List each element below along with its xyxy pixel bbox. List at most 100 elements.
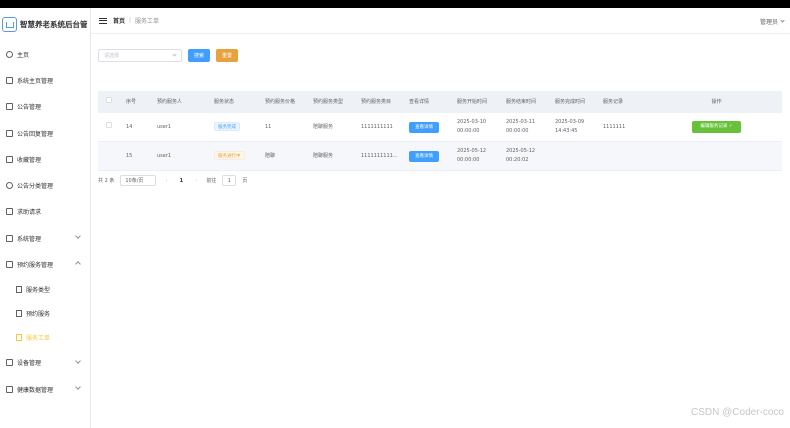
search-button[interactable]: 搜索 xyxy=(188,49,211,62)
header-status: 服务状态 xyxy=(214,98,235,105)
cell-detail: 查看详情 xyxy=(405,150,453,162)
cell-type: 陪聊服务 xyxy=(313,123,334,130)
chevron-down-icon xyxy=(75,384,81,390)
goto-unit: 页 xyxy=(242,178,248,184)
table-row: 14 user1 服务完成 11 陪聊服务 1111111111 查看详情 20… xyxy=(98,113,782,142)
sidebar-item-label: 健康数据管理 xyxy=(17,386,54,394)
view-detail-button[interactable]: 查看详情 xyxy=(409,121,439,133)
doc-icon xyxy=(6,208,13,216)
header-done: 服务完成时间 xyxy=(555,98,586,105)
chevron-up-icon xyxy=(75,261,81,268)
app-window: 智慧养老系统后台管 主页 系统主页管理 公告管理 公告回复管理 收藏管理 公告分… xyxy=(0,8,790,428)
pagination: 共 2 条 10条/页 ‹ 1 › 前往 1 页 xyxy=(98,175,247,186)
sidebar-item-notice-replies[interactable]: 公告回复管理 xyxy=(0,120,90,146)
doc-icon xyxy=(6,129,13,137)
chevron-down-icon xyxy=(172,52,177,57)
header-detail: 查看详情 xyxy=(409,98,430,105)
cell-type: 陪聊服务 xyxy=(313,152,334,159)
work-order-table: 序号 预约服务人 服务状态 预约服务价格 预约服务类型 预约服务类目 查看详情 … xyxy=(98,91,782,171)
chevron-down-icon xyxy=(75,233,81,239)
header-id[interactable]: 序号 xyxy=(122,98,153,107)
header-price: 预约服务价格 xyxy=(265,98,296,105)
sidebar-item-label: 公告管理 xyxy=(17,104,42,112)
reset-button[interactable]: 重置 xyxy=(216,49,239,62)
sidebar-item-notice-categories[interactable]: 公告分类管理 xyxy=(0,172,90,198)
sidebar-item-label: 公告回复管理 xyxy=(17,130,54,138)
doc-icon xyxy=(6,261,13,269)
user-name: 管理员 xyxy=(759,19,778,26)
cell-record: 1111111 xyxy=(603,123,626,130)
select-all-cell xyxy=(98,97,122,107)
doc-icon xyxy=(6,76,13,84)
breadcrumb-home[interactable]: 首页 xyxy=(113,16,125,25)
header-type: 预约服务类型 xyxy=(313,98,344,105)
sidebar-item-health-data[interactable]: 健康数据管理 xyxy=(0,376,90,402)
cell-start: 2025-05-12 00:00:00 xyxy=(457,148,487,163)
sidebar-item-label: 预约服务管理 xyxy=(17,262,54,270)
goto-label: 前往 xyxy=(206,178,217,184)
watermark: CSDN @Coder-coco xyxy=(691,407,784,418)
cell-done: 2025-03-09 14:43:45 xyxy=(555,119,585,134)
sidebar-subitem-appointment-service[interactable]: 预约服务 xyxy=(0,302,90,326)
sidebar-item-label: 系统管理 xyxy=(17,235,42,243)
sidebar-item-system-home[interactable]: 系统主页管理 xyxy=(0,67,90,93)
brand: 智慧养老系统后台管 xyxy=(0,8,90,41)
sidebar: 智慧养老系统后台管 主页 系统主页管理 公告管理 公告回复管理 收藏管理 公告分… xyxy=(0,8,91,428)
sidebar-item-favorites[interactable]: 收藏管理 xyxy=(0,146,90,172)
doc-icon xyxy=(16,334,22,342)
edit-record-button[interactable]: 编辑服务记录 ✓ xyxy=(692,121,741,133)
status-badge: 服务完成 xyxy=(214,122,240,131)
home-icon xyxy=(6,50,13,58)
page-size-select[interactable]: 10条/页 xyxy=(120,175,157,186)
sidebar-item-appointments[interactable]: 预约服务管理 xyxy=(0,251,90,277)
page-number[interactable]: 1 xyxy=(176,178,186,184)
cell-id: 15 xyxy=(126,152,133,159)
sidebar-item-home[interactable]: 主页 xyxy=(0,41,90,67)
table-header: 序号 预约服务人 服务状态 预约服务价格 预约服务类型 预约服务类目 查看详情 … xyxy=(98,91,782,113)
pagination-total: 共 2 条 xyxy=(98,178,115,184)
table-row: 15 user1 服务进行中 陪聊 陪聊服务 1111111111... 查看详… xyxy=(98,142,782,171)
goto-page-input[interactable]: 1 xyxy=(222,175,237,186)
prev-page-button[interactable]: ‹ xyxy=(162,177,170,185)
header-start: 服务开始时间 xyxy=(457,98,488,105)
header-actions: 操作 xyxy=(711,98,722,105)
header-item: 预约服务类目 xyxy=(361,98,392,105)
next-page-button[interactable]: › xyxy=(192,177,200,185)
header-user: 预约服务人 xyxy=(157,98,183,105)
sidebar-subitem-label: 服务类型 xyxy=(26,287,51,295)
sidebar-item-system[interactable]: 系统管理 xyxy=(0,225,90,251)
doc-icon xyxy=(6,155,13,163)
cell-user: user1 xyxy=(157,123,172,130)
house-logo-icon xyxy=(2,17,17,32)
status-select[interactable]: 请选择 xyxy=(98,49,182,62)
row-checkbox[interactable] xyxy=(106,122,112,128)
sidebar-item-help-requests[interactable]: 求助请求 xyxy=(0,199,90,225)
cell-start: 2025-03-10 00:00:00 xyxy=(457,119,487,134)
gear-icon xyxy=(6,182,13,190)
sidebar-item-notices[interactable]: 公告管理 xyxy=(0,94,90,120)
row-select-cell xyxy=(98,122,122,132)
menu-toggle-icon[interactable] xyxy=(99,17,107,24)
sidebar-subitem-label: 服务工单 xyxy=(26,335,51,343)
status-badge: 服务进行中 xyxy=(214,151,245,160)
doc-icon xyxy=(6,103,13,111)
top-header: 首页 | 服务工单 管理员 xyxy=(91,8,790,34)
app-title: 智慧养老系统后台管 xyxy=(20,20,88,29)
sidebar-subitem-work-orders[interactable]: 服务工单 xyxy=(0,326,90,350)
sidebar-item-label: 系统主页管理 xyxy=(17,77,54,85)
cell-id: 14 xyxy=(126,123,133,130)
cell-status: 服务完成 xyxy=(210,122,261,132)
sidebar-item-devices[interactable]: 设备管理 xyxy=(0,350,90,376)
cell-end: 2025-03-11 00:00:00 xyxy=(506,119,536,134)
header-end: 服务结束时间 xyxy=(506,98,537,105)
select-all-checkbox[interactable] xyxy=(106,97,112,103)
sidebar-item-label: 求助请求 xyxy=(17,209,42,217)
sidebar-item-label: 设备管理 xyxy=(17,360,42,368)
cell-user: user1 xyxy=(157,152,172,159)
sidebar-subitem-label: 预约服务 xyxy=(26,311,51,319)
user-menu[interactable]: 管理员 xyxy=(759,17,785,26)
view-detail-button[interactable]: 查看详情 xyxy=(409,150,439,162)
sidebar-subitem-service-types[interactable]: 服务类型 xyxy=(0,278,90,302)
select-placeholder: 请选择 xyxy=(104,53,120,59)
cell-detail: 查看详情 xyxy=(405,121,453,133)
